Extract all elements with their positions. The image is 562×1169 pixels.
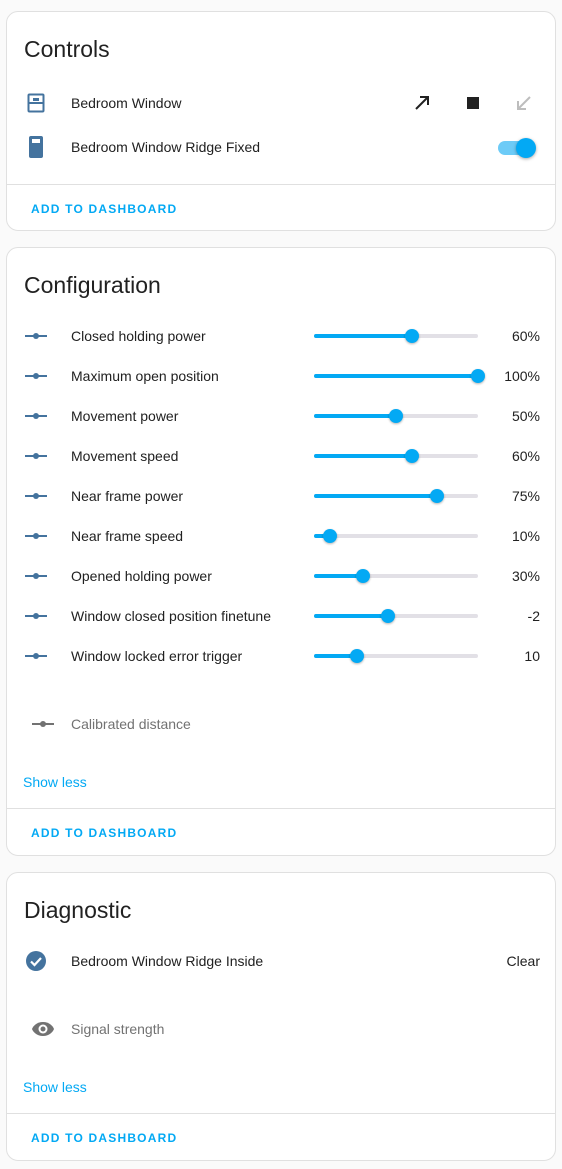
toggle-knob — [516, 138, 536, 158]
slider-thumb[interactable] — [405, 329, 420, 343]
config-label[interactable]: Movement power — [71, 408, 178, 424]
slider-track — [314, 534, 478, 538]
slider-thumb[interactable] — [471, 369, 485, 383]
config-row: Maximum open position 100% — [7, 356, 555, 396]
config-row: Near frame power 75% — [7, 476, 555, 516]
config-label[interactable]: Movement speed — [71, 448, 178, 464]
close-arrow-icon — [517, 96, 531, 110]
slider-fill — [314, 414, 396, 418]
config-label[interactable]: Maximum open position — [71, 368, 219, 384]
config-slider[interactable] — [314, 446, 478, 466]
close-cover-button[interactable] — [512, 91, 536, 115]
config-row: Movement speed 60% — [7, 436, 555, 476]
slider-fill — [314, 494, 437, 498]
entity-label[interactable]: Signal strength — [71, 1021, 164, 1037]
entity-row-bedroom-window[interactable]: Bedroom Window — [7, 83, 555, 123]
ray-vertex-icon — [24, 364, 48, 388]
ray-vertex-icon — [24, 444, 48, 468]
ray-vertex-icon — [24, 404, 48, 428]
divider — [7, 184, 555, 185]
entity-label[interactable]: Bedroom Window — [71, 95, 182, 111]
ray-vertex-icon — [24, 644, 48, 668]
stop-cover-button[interactable] — [461, 91, 485, 115]
card-title: Controls — [24, 36, 110, 62]
entity-label[interactable]: Bedroom Window Ridge Inside — [71, 953, 263, 969]
config-slider[interactable] — [314, 526, 478, 546]
ray-vertex-icon — [24, 604, 48, 628]
card-title: Configuration — [24, 272, 161, 298]
ray-vertex-icon — [24, 524, 48, 548]
config-value: 10 — [524, 648, 540, 664]
card-title: Diagnostic — [24, 897, 132, 923]
entity-row-ridge-fixed[interactable]: Bedroom Window Ridge Fixed — [7, 127, 555, 167]
add-to-dashboard-button[interactable]: ADD TO DASHBOARD — [31, 826, 177, 840]
window-shutter-icon — [24, 91, 48, 115]
config-slider[interactable] — [314, 406, 478, 426]
slider-thumb[interactable] — [430, 489, 444, 503]
slider-thumb[interactable] — [389, 409, 403, 423]
config-row: Closed holding power 60% — [7, 316, 555, 356]
config-value: 30% — [511, 568, 540, 584]
divider — [7, 1113, 555, 1114]
config-label[interactable]: Closed holding power — [71, 328, 206, 344]
add-to-dashboard-button[interactable]: ADD TO DASHBOARD — [31, 1131, 177, 1145]
slider-fill — [314, 374, 478, 378]
config-label[interactable]: Near frame power — [71, 488, 183, 504]
ray-vertex-icon — [24, 484, 48, 508]
config-value: 100% — [504, 368, 540, 384]
config-value: 60% — [511, 448, 540, 464]
config-value: 75% — [511, 488, 540, 504]
open-arrow-icon — [415, 96, 429, 110]
config-label[interactable]: Window closed position finetune — [71, 608, 271, 624]
entity-row-calibrated-distance[interactable]: Calibrated distance — [7, 704, 555, 744]
config-value: 10% — [511, 528, 540, 544]
config-slider[interactable] — [314, 366, 485, 386]
config-row: Movement power 50% — [7, 396, 555, 436]
ray-vertex-icon — [24, 564, 48, 588]
entity-label[interactable]: Calibrated distance — [71, 716, 191, 732]
slider-fill — [314, 614, 388, 618]
config-value: 60% — [511, 328, 540, 344]
config-row: Window locked error trigger 10 — [7, 636, 555, 676]
config-slider[interactable] — [314, 486, 478, 506]
ray-vertex-icon — [24, 324, 48, 348]
config-value: 50% — [511, 408, 540, 424]
ray-vertex-icon — [31, 712, 55, 736]
config-slider[interactable] — [314, 646, 478, 666]
entity-row-ridge-inside[interactable]: Bedroom Window Ridge Inside Clear — [7, 941, 555, 981]
config-row: Opened holding power 30% — [7, 556, 555, 596]
eye-icon — [31, 1017, 55, 1041]
entity-row-signal-strength[interactable]: Signal strength — [7, 1009, 555, 1049]
diagnostic-card: Diagnostic Bedroom Window Ridge Inside C… — [6, 872, 556, 1161]
slider-thumb[interactable] — [405, 449, 420, 463]
entity-label[interactable]: Bedroom Window Ridge Fixed — [71, 139, 260, 155]
ridge-fixed-toggle[interactable] — [498, 137, 536, 158]
divider — [7, 808, 555, 809]
config-slider[interactable] — [314, 566, 478, 586]
config-slider[interactable] — [314, 606, 478, 626]
slider-thumb[interactable] — [323, 529, 338, 543]
check-circle-icon — [24, 949, 48, 973]
config-value: -2 — [527, 608, 540, 624]
show-less-button[interactable]: Show less — [23, 774, 87, 790]
configuration-card: Configuration Closed holding power 60% Max… — [6, 247, 556, 856]
door-closed-icon — [24, 135, 48, 159]
open-cover-button[interactable] — [410, 91, 434, 115]
entity-state: Clear — [506, 953, 540, 969]
slider-fill — [314, 454, 413, 458]
slider-thumb[interactable] — [349, 649, 364, 663]
config-row: Near frame speed 10% — [7, 516, 555, 556]
config-label[interactable]: Near frame speed — [71, 528, 183, 544]
config-slider[interactable] — [314, 326, 478, 346]
slider-fill — [314, 334, 413, 338]
show-less-button[interactable]: Show less — [23, 1079, 87, 1095]
slider-thumb[interactable] — [380, 609, 395, 623]
stop-icon — [467, 97, 479, 109]
slider-thumb[interactable] — [356, 569, 371, 583]
add-to-dashboard-button[interactable]: ADD TO DASHBOARD — [31, 202, 177, 216]
config-label[interactable]: Window locked error trigger — [71, 648, 242, 664]
controls-card: Controls Bedroom Window Bedroom Window R… — [6, 11, 556, 231]
config-row: Window closed position finetune -2 — [7, 596, 555, 636]
config-label[interactable]: Opened holding power — [71, 568, 212, 584]
